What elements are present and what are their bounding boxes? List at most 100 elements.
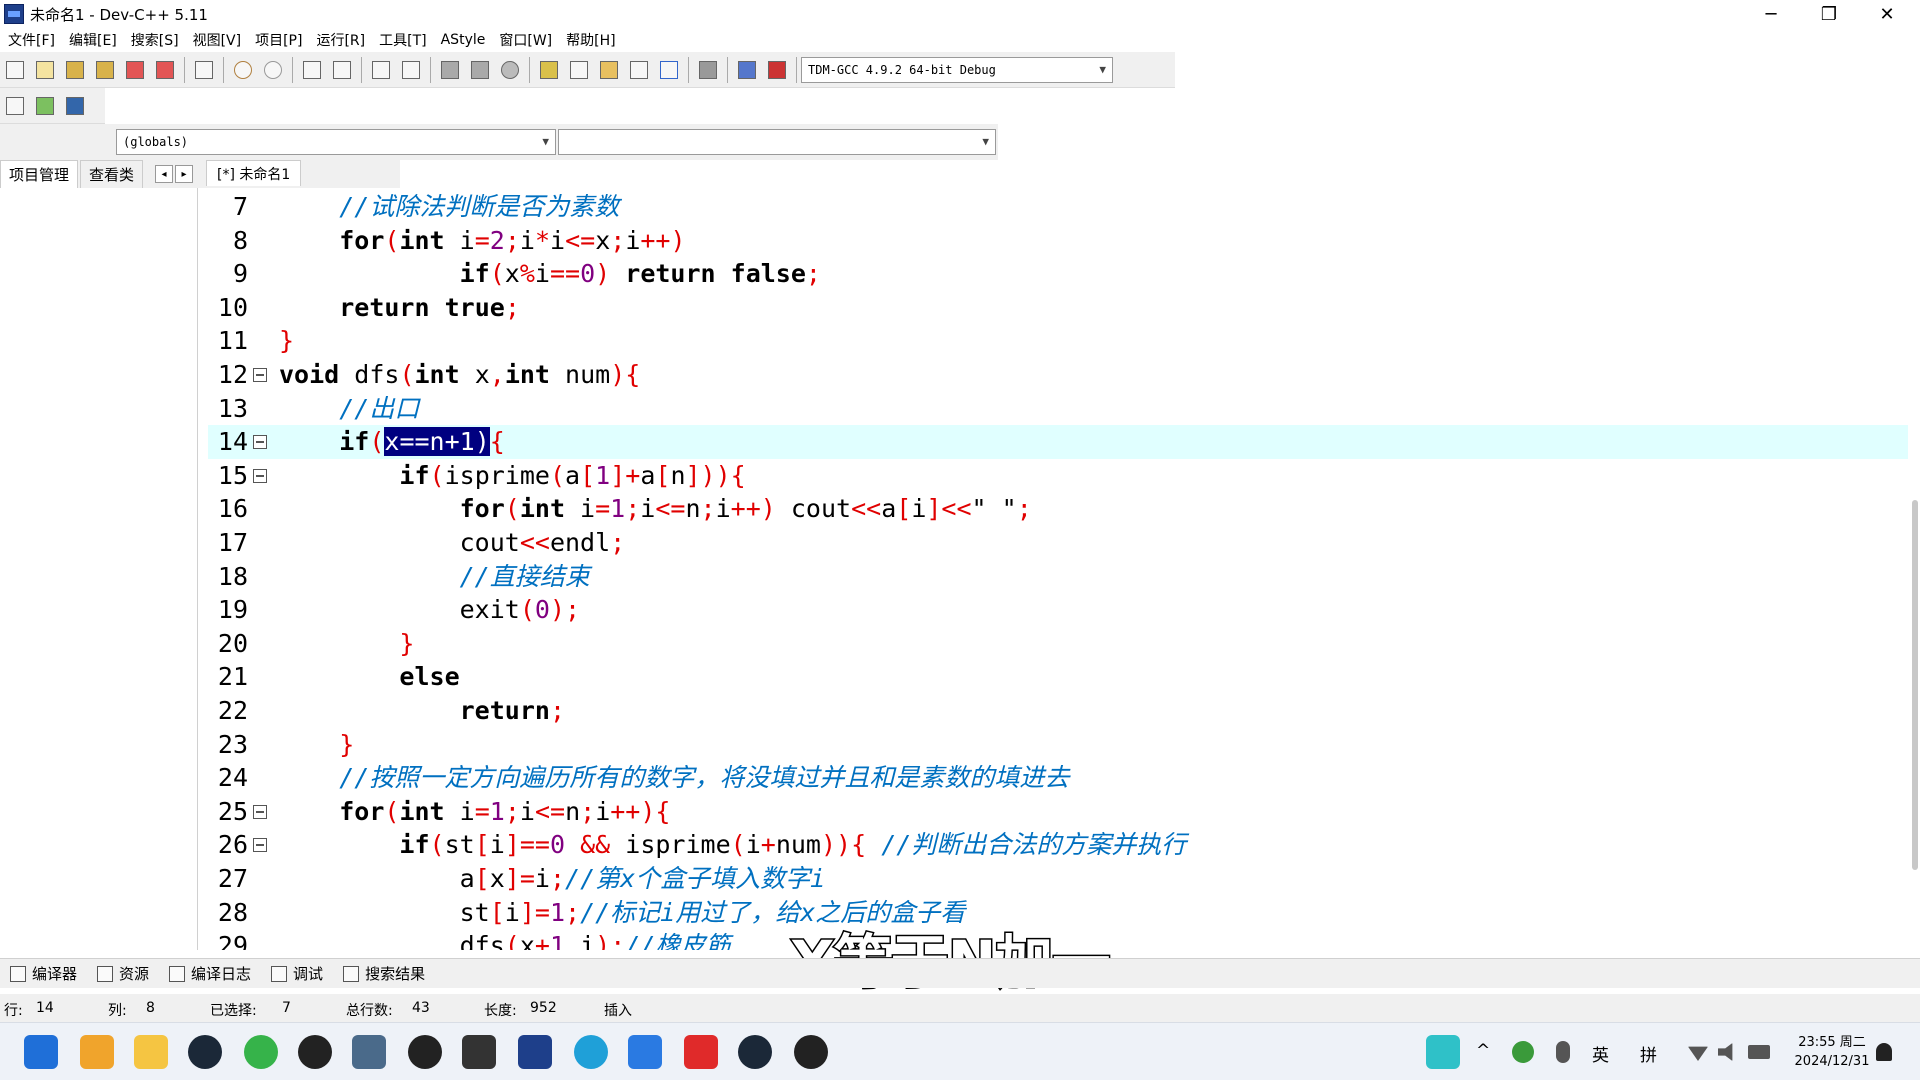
new-file-icon[interactable] — [2, 57, 28, 83]
code-line[interactable]: 21 else — [208, 660, 1908, 694]
debug-icon[interactable] — [764, 57, 790, 83]
tray-app-icon[interactable] — [1512, 1041, 1534, 1063]
code-line[interactable]: 10 return true; — [208, 291, 1908, 325]
code-line[interactable]: 15 if(isprime(a[1]+a[n])){ — [208, 459, 1908, 493]
minimize-button[interactable]: ─ — [1742, 0, 1800, 28]
print-icon[interactable] — [191, 57, 217, 83]
toggle-comment-icon[interactable] — [32, 93, 58, 119]
record-icon[interactable] — [298, 1035, 332, 1069]
browser-e-icon[interactable] — [244, 1035, 278, 1069]
open-file-icon[interactable] — [32, 57, 58, 83]
obs-icon[interactable] — [794, 1035, 828, 1069]
menu-search[interactable]: 搜索[S] — [131, 30, 179, 50]
code-line[interactable]: 11} — [208, 324, 1908, 358]
code-line[interactable]: 23 } — [208, 728, 1908, 762]
close-button[interactable]: ✕ — [1858, 0, 1916, 28]
find-icon[interactable] — [299, 57, 325, 83]
chart-icon[interactable] — [734, 57, 760, 83]
replace-icon[interactable] — [329, 57, 355, 83]
menu-run[interactable]: 运行[R] — [316, 30, 365, 50]
menu-astyle[interactable]: AStyle — [441, 32, 486, 48]
undo-icon[interactable] — [230, 57, 256, 83]
compiler-select[interactable]: TDM-GCC 4.9.2 64-bit Debug ▼ — [801, 56, 1113, 83]
menu-view[interactable]: 视图[V] — [193, 30, 242, 50]
insert-icon[interactable] — [2, 93, 28, 119]
file-explorer-icon[interactable] — [134, 1035, 168, 1069]
unindent-icon[interactable] — [398, 57, 424, 83]
code-line[interactable]: 24 //按照一定方向遍历所有的数字，将没填过并且和是素数的填进去 — [208, 761, 1908, 795]
indent-icon[interactable] — [368, 57, 394, 83]
bookmark-toggle-icon[interactable] — [62, 93, 88, 119]
menu-project[interactable]: 项目[P] — [255, 30, 302, 50]
notes-app-icon[interactable] — [80, 1035, 114, 1069]
compile-icon[interactable] — [536, 57, 562, 83]
microphone-icon[interactable] — [1556, 1041, 1570, 1063]
tab-compile-log[interactable]: 编译日志 — [169, 963, 251, 984]
taskbar-clock[interactable]: 23:55 周二 2024/12/31 — [1787, 1033, 1877, 1071]
check-syntax-icon[interactable] — [656, 57, 682, 83]
fold-collapse-icon[interactable] — [253, 804, 267, 819]
menu-window[interactable]: 窗口[W] — [499, 30, 552, 50]
function-select[interactable]: ▼ — [558, 129, 996, 155]
menu-help[interactable]: 帮助[H] — [566, 30, 615, 50]
qq-icon[interactable] — [408, 1035, 442, 1069]
stop-icon[interactable] — [695, 57, 721, 83]
fold-collapse-icon[interactable] — [253, 368, 267, 382]
code-line[interactable]: 16 for(int i=1;i<=n;i++) cout<<a[i]<<" "… — [208, 492, 1908, 526]
redo-icon[interactable] — [260, 57, 286, 83]
close-file-icon[interactable] — [122, 57, 148, 83]
code-line[interactable]: 25 for(int i=1;i<=n;i++){ — [208, 795, 1908, 829]
input-lang-en[interactable]: 英 — [1592, 1041, 1609, 1066]
code-line[interactable]: 14 if(x==n+1){ — [208, 425, 1908, 459]
menu-tools[interactable]: 工具[T] — [379, 30, 426, 50]
devcpp-taskbar-icon[interactable] — [518, 1035, 552, 1069]
game-app-icon[interactable] — [462, 1035, 496, 1069]
menu-file[interactable]: 文件[F] — [8, 30, 55, 50]
start-icon[interactable] — [24, 1035, 58, 1069]
code-line[interactable]: 12 void dfs(int x,int num){ — [208, 358, 1908, 392]
steam-icon[interactable] — [188, 1035, 222, 1069]
fold-collapse-icon[interactable] — [253, 435, 267, 450]
k-app-tray-icon[interactable] — [1426, 1035, 1460, 1069]
tray-overflow-icon[interactable]: ^ — [1476, 1041, 1490, 1061]
code-line[interactable]: 20 } — [208, 627, 1908, 661]
code-line[interactable]: 18 //直接结束 — [208, 560, 1908, 594]
tab-classes[interactable]: 查看类 — [80, 160, 144, 188]
app-icon[interactable] — [352, 1035, 386, 1069]
code-line[interactable]: 26 if(st[i]==0 && isprime(i+num)){ //判断出… — [208, 828, 1908, 862]
scope-select[interactable]: (globals) ▼ — [116, 129, 556, 155]
tab-search-results[interactable]: 搜索结果 — [343, 963, 425, 984]
code-editor[interactable]: 7 //试除法判断是否为素数 8 for(int i=2;i*i<=x;i++) 9… — [208, 190, 1920, 950]
bookmark-app-icon[interactable] — [628, 1035, 662, 1069]
restore-button[interactable]: ❐ — [1800, 0, 1858, 28]
fold-collapse-icon[interactable] — [253, 838, 267, 853]
vertical-scrollbar[interactable] — [1912, 500, 1918, 870]
code-line[interactable]: 7 //试除法判断是否为素数 — [208, 190, 1908, 224]
code-line[interactable]: 22 return; — [208, 694, 1908, 728]
tab-prev-button[interactable]: ◂ — [155, 165, 174, 183]
code-line[interactable]: 19 exit(0); — [208, 593, 1908, 627]
edge-icon[interactable] — [574, 1035, 608, 1069]
volume-icon[interactable] — [1718, 1043, 1733, 1061]
tab-project[interactable]: 项目管理 — [0, 160, 79, 188]
tab-next-button[interactable]: ▸ — [175, 165, 194, 183]
code-line[interactable]: 27 a[x]=i;//第x个盒子填入数字i — [208, 862, 1908, 896]
menu-edit[interactable]: 编辑[E] — [69, 30, 117, 50]
code-line[interactable]: 8 for(int i=2;i*i<=x;i++) — [208, 224, 1908, 258]
editor-tab-file[interactable]: [*] 未命名1 — [206, 160, 302, 186]
steam-icon[interactable] — [738, 1035, 772, 1069]
input-method-pinyin[interactable]: 拼 — [1640, 1041, 1657, 1066]
goto-back-icon[interactable] — [437, 57, 463, 83]
save-icon[interactable] — [62, 57, 88, 83]
tab-debug[interactable]: 调试 — [271, 963, 323, 984]
tab-compiler[interactable]: 编译器 — [10, 963, 77, 984]
code-line[interactable]: 9 if(x%i==0) return false; — [208, 257, 1908, 291]
code-line[interactable]: 13 //出口 — [208, 392, 1908, 426]
rebuild-icon[interactable] — [626, 57, 652, 83]
compile-run-icon[interactable] — [596, 57, 622, 83]
fold-collapse-icon[interactable] — [253, 468, 267, 483]
wifi-icon[interactable] — [1688, 1046, 1708, 1061]
close-all-icon[interactable] — [152, 57, 178, 83]
run-icon[interactable] — [566, 57, 592, 83]
battery-icon[interactable] — [1748, 1045, 1770, 1059]
